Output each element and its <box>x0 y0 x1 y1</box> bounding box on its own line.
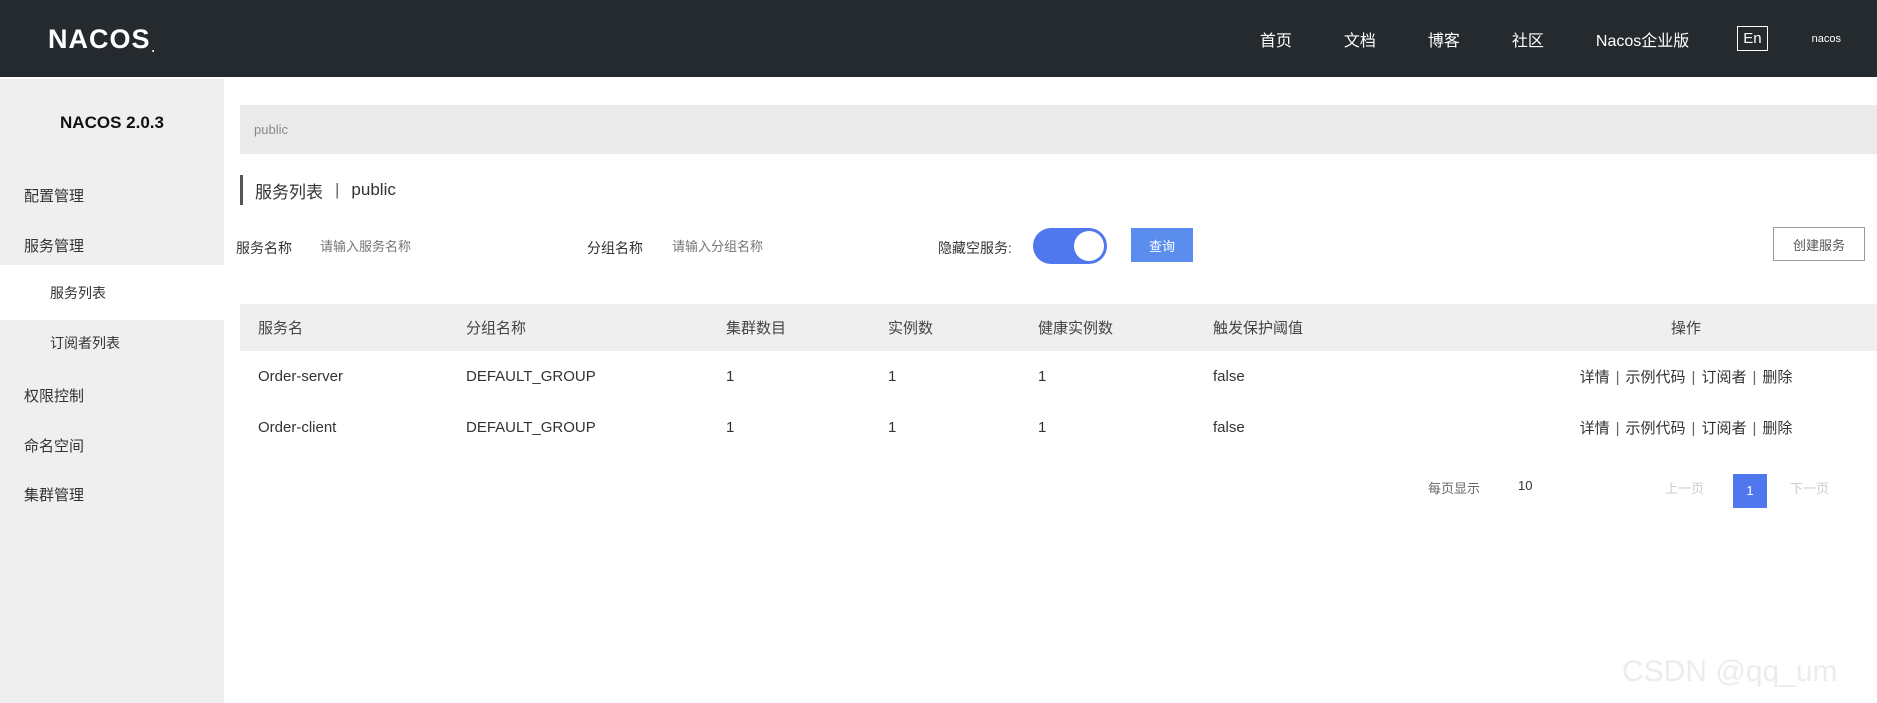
delete-link[interactable]: 删除 <box>1762 369 1792 386</box>
breadcrumb-text: public <box>254 122 288 137</box>
group-name-input[interactable] <box>664 230 864 262</box>
cell-cluster-count: 1 <box>726 419 735 436</box>
cell-operations: 详情 | 示例代码 | 订阅者 | 删除 <box>1579 420 1793 437</box>
table-header: 服务名 分组名称 集群数目 实例数 健康实例数 触发保护阈值 操作 <box>240 304 1877 351</box>
watermark: CSDN @qq_um <box>1622 655 1838 688</box>
sidebar-item-subscribers[interactable]: 订阅者列表 <box>50 333 120 353</box>
nav-home[interactable]: 首页 <box>1260 27 1292 51</box>
table-row: Order-server DEFAULT_GROUP 1 1 1 false 详… <box>240 351 1877 402</box>
hide-empty-toggle[interactable] <box>1033 228 1107 264</box>
cell-operations: 详情 | 示例代码 | 订阅者 | 删除 <box>1579 369 1793 386</box>
nav-docs[interactable]: 文档 <box>1344 27 1376 51</box>
per-page-label: 每页显示 <box>1428 481 1481 496</box>
sidebar-item-access[interactable]: 权限控制 <box>24 385 84 406</box>
col-cluster-count: 集群数目 <box>726 320 787 337</box>
service-name-input[interactable] <box>312 230 512 262</box>
page-title-text: 服务列表 <box>255 182 323 202</box>
page-title: 服务列表 | public <box>240 175 396 205</box>
col-healthy-count: 健康实例数 <box>1038 320 1114 337</box>
cell-group-name: DEFAULT_GROUP <box>466 419 596 436</box>
hide-empty-label: 隐藏空服务: <box>938 240 1012 256</box>
prev-page-button[interactable]: 上一页 <box>1665 478 1704 497</box>
cell-group-name: DEFAULT_GROUP <box>466 368 596 385</box>
col-instance-count: 实例数 <box>888 320 934 337</box>
sidebar: NACOS 2.0.3 配置管理 服务管理 服务列表 订阅者列表 权限控制 命名… <box>0 79 224 703</box>
cell-service-name: Order-server <box>258 368 344 385</box>
cell-instance-count: 1 <box>888 419 897 436</box>
cell-healthy-count: 1 <box>1038 368 1047 385</box>
col-group-name: 分组名称 <box>466 320 527 337</box>
service-name-label: 服务名称 <box>236 240 292 256</box>
col-threshold: 触发保护阈值 <box>1213 320 1304 337</box>
page-1-button[interactable]: 1 <box>1733 474 1767 508</box>
delete-link[interactable]: 删除 <box>1762 420 1792 437</box>
detail-link[interactable]: 详情 <box>1580 420 1610 437</box>
query-button[interactable]: 查询 <box>1131 228 1193 262</box>
table-row: Order-client DEFAULT_GROUP 1 1 1 false 详… <box>240 402 1877 453</box>
top-nav: 首页 文档 博客 社区 Nacos企业版 En nacos <box>1208 0 1841 77</box>
create-service-button[interactable]: 创建服务 <box>1773 227 1865 261</box>
sample-code-link[interactable]: 示例代码 <box>1626 420 1686 437</box>
breadcrumb: public <box>240 105 1877 154</box>
detail-link[interactable]: 详情 <box>1580 369 1610 386</box>
sidebar-item-service[interactable]: 服务管理 <box>24 235 84 256</box>
cell-service-name: Order-client <box>258 419 337 436</box>
next-page-button[interactable]: 下一页 <box>1790 478 1829 497</box>
sidebar-item-config[interactable]: 配置管理 <box>24 185 84 206</box>
title-separator: | <box>335 180 340 199</box>
cell-healthy-count: 1 <box>1038 419 1047 436</box>
sample-code-link[interactable]: 示例代码 <box>1626 369 1686 386</box>
nav-community[interactable]: 社区 <box>1512 27 1544 51</box>
user-menu[interactable]: nacos <box>1812 33 1841 45</box>
sidebar-active-highlight <box>0 265 224 320</box>
sidebar-item-service-list[interactable]: 服务列表 <box>50 283 106 303</box>
sidebar-item-namespace[interactable]: 命名空间 <box>24 435 84 456</box>
top-navbar: NACOS. 首页 文档 博客 社区 Nacos企业版 En nacos <box>0 0 1877 77</box>
cell-threshold: false <box>1213 368 1245 385</box>
nav-enterprise[interactable]: Nacos企业版 <box>1596 27 1689 51</box>
col-service-name: 服务名 <box>258 320 304 337</box>
nav-blog[interactable]: 博客 <box>1428 27 1460 51</box>
per-page-select[interactable]: 10 <box>1518 478 1532 493</box>
sidebar-item-cluster[interactable]: 集群管理 <box>24 484 84 505</box>
language-toggle[interactable]: En <box>1737 26 1768 51</box>
service-table: 服务名 分组名称 集群数目 实例数 健康实例数 触发保护阈值 操作 Order-… <box>240 304 1877 453</box>
namespace-label: public <box>351 180 396 199</box>
group-name-label: 分组名称 <box>587 240 643 256</box>
nacos-logo[interactable]: NACOS. <box>48 24 156 55</box>
cell-threshold: false <box>1213 419 1245 436</box>
cell-instance-count: 1 <box>888 368 897 385</box>
subscribers-link[interactable]: 订阅者 <box>1701 420 1746 437</box>
subscribers-link[interactable]: 订阅者 <box>1701 369 1746 386</box>
toggle-knob <box>1074 231 1104 261</box>
cell-cluster-count: 1 <box>726 368 735 385</box>
version-label: NACOS 2.0.3 <box>60 113 164 132</box>
col-operations: 操作 <box>1670 320 1701 337</box>
